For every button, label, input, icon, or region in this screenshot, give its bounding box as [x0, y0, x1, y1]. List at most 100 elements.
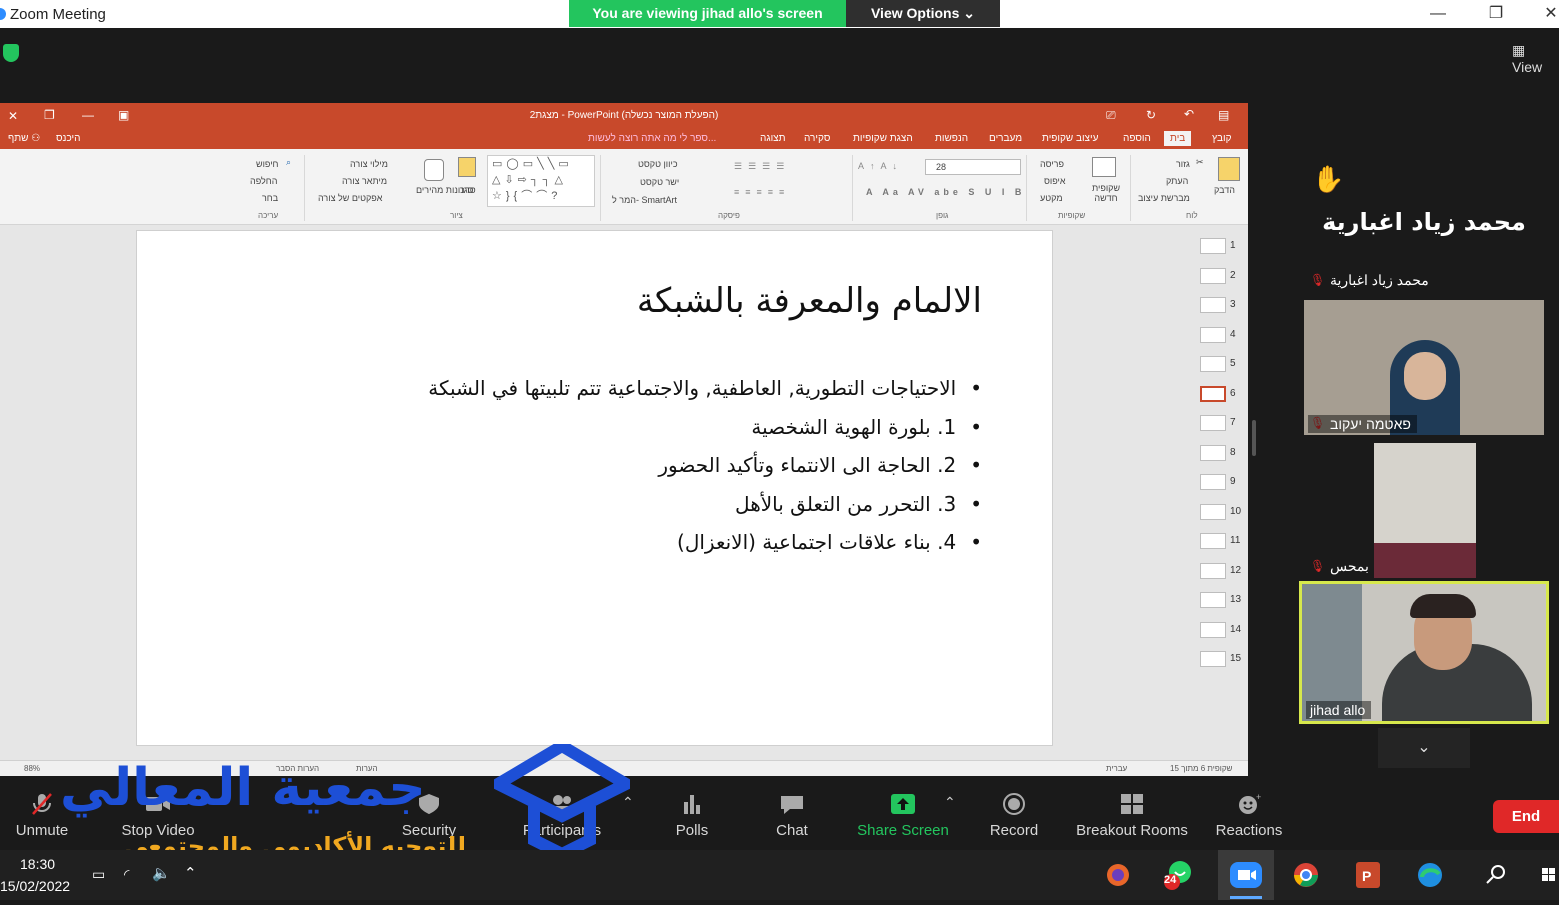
paste-button[interactable]: הדבק: [1214, 185, 1235, 195]
slide-thumbnail-number: 2: [1230, 269, 1236, 281]
slide-thumbnail[interactable]: [1200, 326, 1226, 343]
zoom-level[interactable]: 88%: [24, 764, 40, 773]
volume-icon[interactable]: 🔈: [152, 864, 171, 882]
align-icons[interactable]: ≡≡≡≡≡: [734, 187, 790, 197]
polls-button[interactable]: Polls: [664, 780, 720, 850]
tab-insert[interactable]: הוספה: [1123, 133, 1151, 144]
slide-thumbnail[interactable]: [1200, 474, 1226, 490]
font-size-combo[interactable]: 28: [925, 159, 1021, 175]
slide-thumbnail[interactable]: [1200, 415, 1226, 431]
tab-slideshow[interactable]: הצגת שקופיות: [853, 133, 913, 144]
present-icon[interactable]: ⎚: [1106, 108, 1116, 123]
tab-animations[interactable]: הנפשות: [935, 133, 968, 144]
smartart-button[interactable]: המר ל- SmartArt: [612, 195, 677, 205]
layout-button[interactable]: פריסה: [1040, 159, 1064, 169]
participant-tile-active-speaker[interactable]: jihad allo: [1299, 581, 1549, 724]
reactions-button[interactable]: + Reactions: [1212, 780, 1286, 850]
align-text-button[interactable]: ישר טקסט: [640, 177, 679, 187]
minimize-icon[interactable]: —: [1428, 4, 1448, 24]
tab-review[interactable]: סקירה: [804, 133, 830, 144]
participant-tile-raised-hand[interactable]: ✋ محمد زياد اغبارية 🎙 محمد زياد اغبارية: [1304, 156, 1544, 292]
chrome-icon[interactable]: [1288, 858, 1324, 892]
breakout-rooms-label: Breakout Rooms: [1076, 822, 1188, 839]
text-direction-button[interactable]: כיוון טקסט: [638, 159, 678, 169]
slide-thumbnail[interactable]: [1200, 267, 1226, 284]
edge-icon[interactable]: [1412, 858, 1448, 892]
shapes-gallery[interactable]: ▭◯▭╲╲▭ △⇩⇨┐┐△ ☆}{⌒⌒?: [487, 155, 595, 207]
record-button[interactable]: Record: [984, 780, 1044, 850]
save-icon[interactable]: ▤: [1218, 108, 1229, 122]
font-style-icons[interactable]: A Aa AV abe S U I B: [866, 187, 1025, 197]
tab-view[interactable]: תצוגה: [760, 133, 786, 144]
restore-icon[interactable]: ❐: [1486, 4, 1506, 24]
new-slide-button[interactable]: שקופית חדשה: [1086, 183, 1126, 203]
shape-effects-button[interactable]: אפקטים של צורה: [318, 193, 382, 203]
font-size-icons[interactable]: A↑A↓: [858, 161, 903, 171]
slide-bullets[interactable]: الاحتياجات التطورية, العاطفية, والاجتماع…: [428, 369, 982, 562]
slide-thumbnail[interactable]: [1200, 385, 1226, 402]
slide-counter: שקופית 6 מתוך 15: [1170, 764, 1233, 773]
slide-thumbnail[interactable]: [1200, 533, 1226, 549]
wifi-icon[interactable]: ◜: [124, 866, 129, 883]
slide-title[interactable]: الالمام والمعرفة بالشبكة: [637, 281, 982, 321]
whatsapp-icon[interactable]: 24: [1160, 858, 1196, 892]
slide-canvas[interactable]: الالمام والمعرفة بالشبكة الاحتياجات التط…: [136, 230, 1053, 746]
slide-thumbnail[interactable]: [1200, 356, 1226, 372]
slide-thumbnail[interactable]: [1200, 651, 1226, 667]
list-icons[interactable]: ☰☰☰☰: [734, 161, 790, 172]
chevron-up-icon[interactable]: ⌃: [944, 794, 956, 811]
signin-link[interactable]: היכנס: [56, 133, 80, 144]
slide-thumbnail[interactable]: [1200, 621, 1226, 638]
end-meeting-button[interactable]: End: [1493, 800, 1559, 833]
close-icon[interactable]: ✕: [1541, 4, 1559, 24]
share-button[interactable]: שתף ⚇: [8, 133, 40, 144]
tab-file[interactable]: קובץ: [1212, 133, 1232, 144]
chat-button[interactable]: Chat: [764, 780, 820, 850]
arrange-button[interactable]: סדר: [460, 185, 476, 195]
start-icon[interactable]: [1536, 858, 1559, 892]
shape-outline-button[interactable]: מיתאר צורה: [342, 176, 387, 186]
slide-thumbnail-number: 15: [1230, 653, 1242, 664]
participant-tile-video[interactable]: 🎙 פאטמה יעקוב: [1304, 300, 1544, 435]
chevron-down-icon: ⌄: [1417, 739, 1431, 756]
cut-button[interactable]: גזור: [1176, 159, 1190, 169]
undo-icon[interactable]: ↶: [1184, 107, 1194, 121]
slide-thumbnail[interactable]: [1200, 238, 1226, 254]
firefox-icon[interactable]: [1100, 858, 1136, 892]
slide-thumbnail[interactable]: [1200, 444, 1226, 461]
view-options-button[interactable]: View Options ⌄: [846, 0, 1000, 27]
reset-button[interactable]: איפוס: [1044, 176, 1066, 186]
view-button-label: View: [1512, 59, 1543, 75]
find-button[interactable]: חיפוש: [256, 159, 278, 169]
copy-button[interactable]: העתק: [1166, 176, 1188, 186]
shape-fill-button[interactable]: מילוי צורה: [350, 159, 388, 169]
section-button[interactable]: מקטע: [1040, 193, 1063, 203]
chevron-up-icon[interactable]: ⌃: [184, 864, 197, 882]
share-screen-button[interactable]: Share Screen: [854, 780, 952, 850]
record-label: Record: [989, 822, 1039, 839]
search-icon[interactable]: [1478, 858, 1514, 892]
panel-resize-handle[interactable]: [1252, 420, 1256, 456]
slide-thumbnail[interactable]: [1200, 503, 1226, 520]
tab-transitions[interactable]: מעברים: [989, 133, 1022, 144]
tell-me-box[interactable]: ספר לי מה אתה רוצה לעשות...: [588, 133, 716, 144]
slide-thumbnail[interactable]: [1200, 297, 1226, 313]
gallery-view-button[interactable]: ▦ View: [1512, 42, 1559, 75]
select-button[interactable]: בחר: [262, 193, 278, 203]
battery-icon[interactable]: ▭: [92, 866, 105, 883]
zoom-taskbar-icon[interactable]: [1218, 850, 1274, 900]
slide-thumbnail[interactable]: [1200, 562, 1226, 579]
slide-thumbnail-number: 7: [1230, 417, 1236, 428]
tab-design[interactable]: עיצוב שקופית: [1042, 133, 1098, 144]
format-painter-button[interactable]: מברשת עיצוב: [1138, 193, 1190, 203]
repeat-icon[interactable]: ↻: [1146, 108, 1156, 122]
participant-tile-video[interactable]: 🎙 بمحس: [1304, 443, 1544, 578]
slide-thumbnail[interactable]: [1200, 592, 1226, 608]
powerpoint-icon[interactable]: P: [1350, 858, 1386, 892]
replace-button[interactable]: החלפה: [250, 176, 277, 186]
slide-thumbnail-number: 10: [1230, 505, 1242, 517]
tab-home[interactable]: בית: [1164, 131, 1192, 146]
breakout-rooms-button[interactable]: Breakout Rooms: [1072, 780, 1192, 850]
user-icon: ⚇: [31, 133, 41, 144]
scroll-participants-button[interactable]: ⌄: [1378, 728, 1470, 768]
